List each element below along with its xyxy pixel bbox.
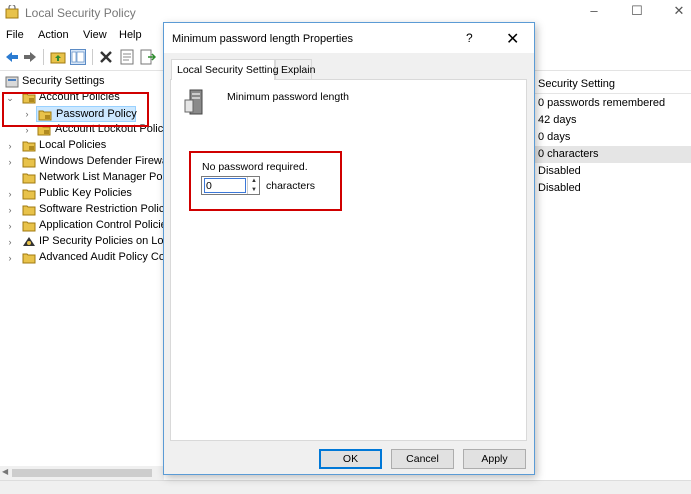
security-policy-app-icon xyxy=(5,5,19,19)
status-bar xyxy=(0,480,691,494)
chevron-right-icon[interactable]: › xyxy=(5,250,15,266)
dialog-close-button[interactable]: ✕ xyxy=(506,29,519,49)
tree-item-network-list-manager[interactable]: Network List Manager Poli xyxy=(0,170,164,186)
ip-security-icon xyxy=(23,237,35,246)
main-titlebar: Local Security Policy – ☐ ✕ xyxy=(0,0,691,24)
tree-label: Local Policies xyxy=(39,139,107,151)
dialog-titlebar: Minimum password length Properties ? ✕ xyxy=(164,23,534,53)
menu-help[interactable]: Help xyxy=(119,29,142,41)
tree-root-security-settings[interactable]: Security Settings xyxy=(0,74,164,90)
list-item[interactable]: 0 days xyxy=(534,129,691,146)
show-hide-tree-icon[interactable] xyxy=(70,49,86,65)
security-settings-icon xyxy=(5,76,19,88)
forward-arrow-icon[interactable] xyxy=(22,49,38,65)
policy-settings-list: Security Setting 0 passwords remembered … xyxy=(534,72,691,466)
toolbar-separator xyxy=(43,49,44,65)
help-button[interactable]: ? xyxy=(466,31,473,45)
folder-icon xyxy=(22,157,36,168)
chevron-right-icon[interactable]: › xyxy=(5,234,15,250)
tree-label: Network List Manager Poli xyxy=(39,171,164,183)
server-policy-icon xyxy=(184,89,203,115)
chevron-right-icon[interactable]: › xyxy=(5,138,15,154)
tree-item-ip-security-policies[interactable]: › IP Security Policies on Loca xyxy=(0,234,165,250)
properties-dialog: Minimum password length Properties ? ✕ L… xyxy=(163,22,535,475)
column-header-security-setting[interactable]: Security Setting xyxy=(534,72,691,94)
tree-label: Windows Defender Firewa xyxy=(39,155,164,167)
policy-name-label: Minimum password length xyxy=(227,91,349,103)
minimize-button[interactable]: – xyxy=(587,4,601,18)
folder-icon xyxy=(22,173,36,184)
tree-item-advanced-audit-policy[interactable]: › Advanced Audit Policy Co xyxy=(0,250,164,266)
folder-lock-icon xyxy=(22,141,36,152)
list-item-selected[interactable]: 0 characters xyxy=(534,146,691,163)
tree-label: Application Control Policie xyxy=(39,219,164,231)
cancel-button[interactable]: Cancel xyxy=(391,449,454,469)
tree-item-software-restriction[interactable]: › Software Restriction Policie xyxy=(0,202,164,218)
chevron-right-icon[interactable]: › xyxy=(5,154,15,170)
chevron-right-icon[interactable]: › xyxy=(5,202,15,218)
tree-label: IP Security Policies on Loca xyxy=(39,235,164,247)
list-item[interactable]: Disabled xyxy=(534,180,691,197)
dialog-title: Minimum password length Properties xyxy=(172,33,353,45)
tab-panel: Minimum password length No password requ… xyxy=(170,79,527,441)
tree-horizontal-scrollbar[interactable]: ◀ xyxy=(0,466,164,480)
list-item[interactable]: Disabled xyxy=(534,163,691,180)
delete-icon[interactable] xyxy=(98,49,114,65)
list-item[interactable]: 0 passwords remembered xyxy=(534,95,691,112)
tab-local-security-setting[interactable]: Local Security Setting xyxy=(171,59,279,80)
folder-icon xyxy=(22,205,36,216)
tree-label: Software Restriction Policie xyxy=(39,203,164,215)
menu-action[interactable]: Action xyxy=(38,29,69,41)
tree-item-application-control[interactable]: › Application Control Policie xyxy=(0,218,164,234)
tab-explain[interactable]: Explain xyxy=(275,59,315,79)
menu-file[interactable]: File xyxy=(6,29,24,41)
properties-icon[interactable] xyxy=(119,49,135,65)
tree-item-windows-defender-firewall[interactable]: › Windows Defender Firewa xyxy=(0,154,164,170)
apply-button[interactable]: Apply xyxy=(463,449,526,469)
scroll-left-arrow-icon[interactable]: ◀ xyxy=(2,467,8,476)
close-window-button[interactable]: ✕ xyxy=(672,4,686,18)
chevron-right-icon[interactable]: › xyxy=(5,186,15,202)
chevron-right-icon[interactable]: › xyxy=(5,218,15,234)
menu-view[interactable]: View xyxy=(83,29,107,41)
tree-item-local-policies[interactable]: › Local Policies xyxy=(0,138,164,154)
tree-item-public-key-policies[interactable]: › Public Key Policies xyxy=(0,186,164,202)
folder-up-icon[interactable] xyxy=(50,49,66,65)
maximize-button[interactable]: ☐ xyxy=(630,4,644,18)
tree-label: Advanced Audit Policy Co xyxy=(39,251,164,263)
folder-icon xyxy=(22,253,36,264)
tree-label: Security Settings xyxy=(22,75,105,87)
export-list-icon[interactable] xyxy=(140,49,156,65)
back-arrow-icon[interactable] xyxy=(4,49,20,65)
folder-icon xyxy=(22,221,36,232)
annotation-highlight-tree xyxy=(2,92,149,127)
tree-pane: Security Settings ⌄ Account Policies Pas… xyxy=(0,72,164,466)
tree-label: Public Key Policies xyxy=(39,187,132,199)
folder-icon xyxy=(22,189,36,200)
ok-button[interactable]: OK xyxy=(319,449,382,469)
scrollbar-thumb[interactable] xyxy=(12,469,152,477)
annotation-highlight-value xyxy=(189,151,342,211)
toolbar-separator xyxy=(92,49,93,65)
app-title: Local Security Policy xyxy=(25,6,136,20)
list-item[interactable]: 42 days xyxy=(534,112,691,129)
